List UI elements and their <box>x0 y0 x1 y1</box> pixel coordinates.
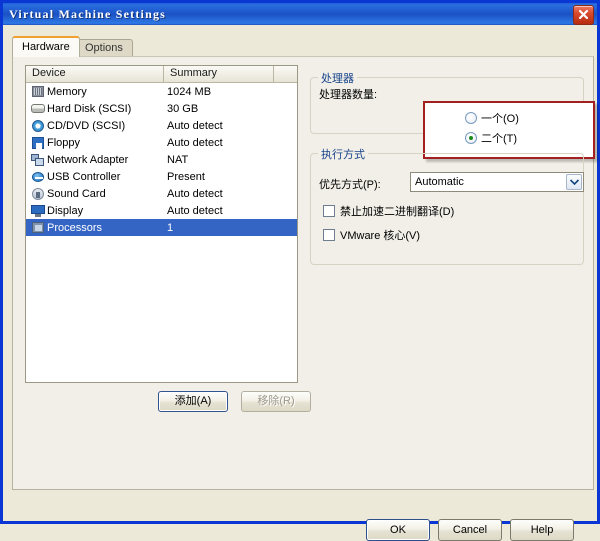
device-summary: Auto detect <box>167 187 223 200</box>
device-summary: Auto detect <box>167 204 223 217</box>
processors-group-legend: 处理器 <box>318 70 357 86</box>
device-name: CD/DVD (SCSI) <box>47 119 126 132</box>
device-summary: 1 <box>167 221 174 234</box>
device-list[interactable]: Device Summary Memory 1024 MB Hard Disk … <box>25 65 298 383</box>
memory-icon <box>30 84 47 99</box>
radio-label: 一个(O) <box>481 113 519 125</box>
device-name: Sound Card <box>47 187 106 200</box>
execution-group-legend: 执行方式 <box>318 146 368 162</box>
device-name: Floppy <box>47 136 81 149</box>
tab-options[interactable]: Options <box>75 39 133 56</box>
device-list-header: Device Summary <box>26 66 297 83</box>
device-name: Hard Disk (SCSI) <box>47 102 132 115</box>
table-row[interactable]: CD/DVD (SCSI) Auto detect <box>26 117 297 134</box>
checkbox-icon[interactable] <box>323 229 335 241</box>
device-list-rows: Memory 1024 MB Hard Disk (SCSI) 30 GB CD… <box>26 83 297 236</box>
usb-controller-icon <box>30 169 47 184</box>
processors-icon <box>30 220 47 235</box>
radio-two-processors[interactable]: 二个(T) <box>465 130 517 146</box>
chevron-down-icon[interactable] <box>566 174 582 190</box>
checkbox-label: VMware 核心(V) <box>340 230 421 242</box>
device-name: Network Adapter <box>47 153 129 166</box>
table-row[interactable]: USB Controller Present <box>26 168 297 185</box>
hard-disk-icon <box>30 101 47 116</box>
floppy-icon <box>30 135 47 150</box>
ok-button[interactable]: OK <box>366 519 430 541</box>
device-name: Memory <box>47 85 87 98</box>
radio-one-processor[interactable]: 一个(O) <box>465 110 519 126</box>
processor-count-label: 处理器数量: <box>319 89 378 101</box>
checkbox-vmware-core[interactable]: VMware 核心(V) <box>323 227 420 243</box>
table-row[interactable]: Network Adapter NAT <box>26 151 297 168</box>
display-icon <box>30 203 47 218</box>
radio-label: 二个(T) <box>481 133 518 145</box>
tab-hardware[interactable]: Hardware <box>12 36 80 57</box>
table-row[interactable]: Sound Card Auto detect <box>26 185 297 202</box>
table-row[interactable]: Floppy Auto detect <box>26 134 297 151</box>
table-row-selected[interactable]: Processors 1 <box>26 219 297 236</box>
table-row[interactable]: Memory 1024 MB <box>26 83 297 100</box>
network-adapter-icon <box>30 152 47 167</box>
checkbox-disable-accel-binary-translation[interactable]: 禁止加速二进制翻译(D) <box>323 203 454 219</box>
column-header-device[interactable]: Device <box>26 66 164 83</box>
virtual-machine-settings-window: Virtual Machine Settings Hardware Option… <box>0 0 600 541</box>
priority-mode-dropdown[interactable]: Automatic <box>410 172 584 192</box>
cancel-button[interactable]: Cancel <box>438 519 502 541</box>
device-name: Display <box>47 204 84 217</box>
radio-button-icon[interactable] <box>465 112 477 124</box>
window-title: Virtual Machine Settings <box>9 6 167 21</box>
processor-count-highlight: 一个(O) 二个(T) <box>423 101 595 159</box>
hardware-tab-panel: Device Summary Memory 1024 MB Hard Disk … <box>12 56 595 490</box>
device-summary: Auto detect <box>167 119 223 132</box>
device-summary: NAT <box>167 153 189 166</box>
device-summary: 1024 MB <box>167 85 212 98</box>
add-button[interactable]: 添加(A) <box>158 391 228 412</box>
close-icon[interactable] <box>573 5 594 25</box>
device-name: Processors <box>47 221 103 234</box>
table-row[interactable]: Display Auto detect <box>26 202 297 219</box>
device-name: USB Controller <box>47 170 121 183</box>
remove-button: 移除(R) <box>241 391 311 412</box>
priority-mode-label: 优先方式(P): <box>319 179 381 191</box>
device-summary: Present <box>167 170 205 183</box>
close-glyph <box>578 9 589 20</box>
device-summary: Auto detect <box>167 136 223 149</box>
chevron-glyph <box>569 179 579 185</box>
help-button[interactable]: Help <box>510 519 574 541</box>
window-body: Hardware Options Device Summary Memory 1… <box>3 25 597 541</box>
title-bar: Virtual Machine Settings <box>3 3 597 25</box>
checkbox-label: 禁止加速二进制翻译(D) <box>340 206 455 218</box>
cd-dvd-icon <box>30 118 47 133</box>
sound-card-icon <box>30 186 47 201</box>
device-summary: 30 GB <box>167 102 199 115</box>
checkbox-icon[interactable] <box>323 205 335 217</box>
table-row[interactable]: Hard Disk (SCSI) 30 GB <box>26 100 297 117</box>
column-header-spacer <box>274 66 297 83</box>
priority-mode-value: Automatic <box>415 176 464 188</box>
column-header-summary[interactable]: Summary <box>164 66 274 83</box>
radio-button-selected-icon[interactable] <box>465 132 477 144</box>
